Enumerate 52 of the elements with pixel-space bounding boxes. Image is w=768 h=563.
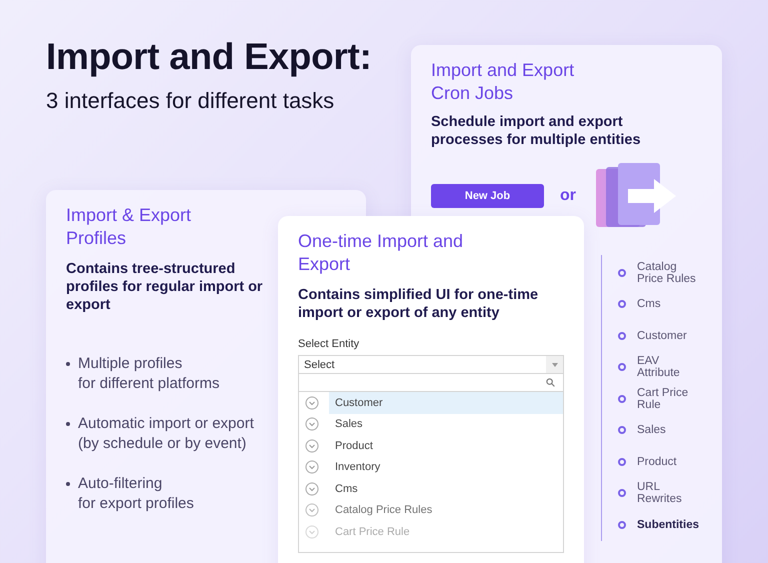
page-title: Import and Export: xyxy=(46,36,372,78)
tree-item[interactable]: Cms xyxy=(637,298,702,310)
tree-item[interactable]: Cart Price Rule xyxy=(637,386,702,411)
card-description: Schedule import and export processes for multiple entities xyxy=(431,113,642,149)
dropdown-option[interactable]: Sales xyxy=(329,414,563,435)
folder-export-icon xyxy=(596,163,678,229)
chevron-icon xyxy=(305,396,319,410)
bullet-icon xyxy=(66,362,70,366)
chevron-icon xyxy=(305,438,319,453)
card-description: Contains tree-structured profiles for regular import or export xyxy=(66,260,264,314)
tree-item[interactable]: Product xyxy=(637,456,702,468)
tree-item[interactable]: Catalog Price Rules xyxy=(637,260,702,285)
caret-icon xyxy=(552,362,558,366)
card-title: Import & Export Profiles xyxy=(66,204,192,250)
chevron-icon xyxy=(305,460,319,474)
card-title: Import and Export Cron Jobs xyxy=(431,59,576,105)
chevron-icon xyxy=(305,503,319,518)
dropdown-option[interactable]: Cms xyxy=(329,478,563,500)
chevron-icon xyxy=(305,417,319,432)
tree-item[interactable]: EAV Attribute xyxy=(637,355,702,380)
dropdown-option[interactable]: Catalog Price Rules xyxy=(329,500,563,521)
tree-item[interactable]: Customer xyxy=(637,330,702,342)
entity-select[interactable]: Select xyxy=(298,355,564,374)
page-subtitle: 3 interfaces for different tasks xyxy=(46,88,336,114)
tree-node-icon xyxy=(618,489,626,498)
dropdown-option[interactable]: Customer xyxy=(329,392,563,414)
bullet-text: Automatic import or export (by schedule or by event) xyxy=(78,414,254,454)
chevron-icon xyxy=(305,482,319,496)
tree-node-icon xyxy=(618,268,626,277)
tree-node-icon xyxy=(618,394,626,403)
tree-item[interactable]: Sales xyxy=(637,424,702,436)
field-label: Select Entity xyxy=(298,338,360,350)
tree-node-icon xyxy=(618,520,626,529)
bullet-text: Multiple profiles for different platforms xyxy=(78,354,220,394)
tree-node-icon xyxy=(618,363,626,372)
tree-node-icon xyxy=(618,426,626,434)
tree-item[interactable]: URL Rewrites xyxy=(637,481,702,506)
tree-node-icon xyxy=(618,300,626,308)
card-title: One-time Import and Export xyxy=(298,230,464,276)
dropdown-option[interactable]: Inventory xyxy=(329,456,563,478)
chevron-icon xyxy=(305,524,319,539)
tree-item[interactable]: Subentities xyxy=(637,518,702,531)
new-job-button[interactable]: New Job xyxy=(431,184,544,208)
search-icon xyxy=(546,378,555,387)
tree-node-icon xyxy=(618,332,626,340)
card-description: Contains simplified UI for one-time import or export of any entity xyxy=(298,286,540,322)
bullet-text: Auto-filtering for export profiles xyxy=(78,474,194,514)
dropdown-option[interactable]: Product xyxy=(329,435,563,456)
or-text: or xyxy=(560,187,576,205)
tree-node-icon xyxy=(618,458,626,466)
bullet-icon xyxy=(66,482,70,486)
bullet-icon xyxy=(66,422,70,426)
